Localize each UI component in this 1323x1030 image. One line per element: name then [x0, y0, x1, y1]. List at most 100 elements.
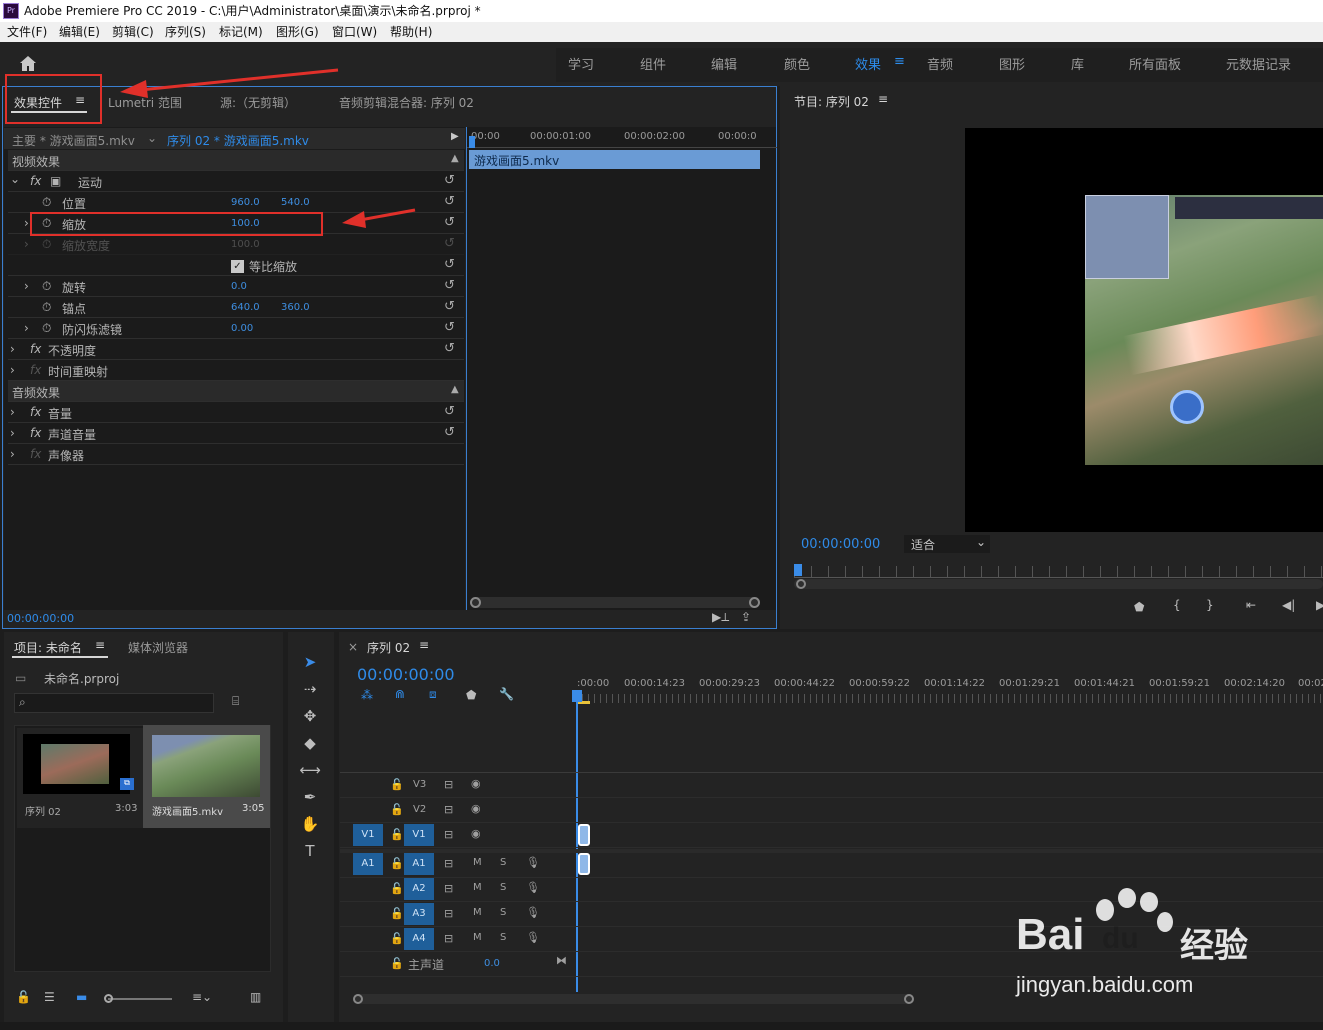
stopwatch-icon[interactable]: ⏱ — [42, 195, 51, 210]
track-target-a1[interactable]: A1 — [404, 853, 434, 875]
go-to-in-icon[interactable]: ⇤ — [1246, 598, 1256, 612]
lock-icon[interactable]: 🔓 — [390, 857, 404, 870]
search-input[interactable]: ⌕ — [14, 693, 214, 713]
solo-button[interactable]: S — [500, 882, 506, 893]
chevron-down-icon[interactable]: ⌄ — [10, 172, 20, 186]
uniform-scale-checkbox[interactable]: ✓ — [231, 260, 244, 273]
track-select-tool-icon[interactable]: ⇢ — [298, 677, 322, 701]
anchor-x-value[interactable]: 640.0 — [231, 302, 260, 313]
fx-icon[interactable]: fx — [30, 405, 41, 419]
sort-icon[interactable]: ≡⌄ — [192, 990, 212, 1004]
pen-tool-icon[interactable]: ✒ — [298, 785, 322, 809]
stopwatch-icon[interactable]: ⏱ — [42, 279, 51, 294]
eye-icon[interactable]: ◉ — [471, 827, 481, 840]
timeline-scrollbar[interactable] — [353, 994, 913, 1004]
track-target-a2[interactable]: A2 — [404, 878, 434, 900]
lock-icon[interactable]: 🔓 — [390, 803, 404, 816]
mute-button[interactable]: M — [473, 882, 482, 893]
anchor-y-value[interactable]: 360.0 — [281, 302, 310, 313]
workspace-tab-color[interactable]: 颜色 — [784, 54, 810, 73]
effect-timecode[interactable]: 00:00:00:00 — [7, 612, 74, 625]
play-icon[interactable]: ▶ — [1316, 598, 1323, 612]
panel-menu-icon[interactable]: ≡ — [419, 638, 429, 652]
tab-project[interactable]: 项目: 未命名 — [14, 639, 82, 656]
mute-button[interactable]: M — [473, 907, 482, 918]
menu-window[interactable]: 窗口(W) — [332, 22, 377, 42]
scroll-handle-left[interactable] — [353, 994, 363, 1004]
reset-icon[interactable]: ↺ — [444, 341, 455, 356]
clip-bar[interactable]: 游戏画面5.mkv — [469, 150, 760, 169]
eye-icon[interactable]: ◉ — [471, 802, 481, 815]
panel-menu-icon[interactable]: ≡ — [95, 638, 105, 652]
menu-file[interactable]: 文件(F) — [7, 22, 47, 42]
collapse-icon[interactable]: ▲ — [451, 153, 459, 164]
play-loop-icon[interactable]: ▶⟂ — [712, 610, 729, 625]
icon-view-icon[interactable]: ▬ — [76, 990, 87, 1004]
workspace-tab-libraries[interactable]: 库 — [1071, 54, 1084, 73]
menu-sequence[interactable]: 序列(S) — [165, 22, 206, 42]
slip-tool-icon[interactable]: ⟷ — [298, 758, 322, 782]
menu-marker[interactable]: 标记(M) — [219, 22, 263, 42]
sequence-clip-label[interactable]: 序列 02 * 游戏画面5.mkv — [167, 132, 309, 149]
chevron-right-icon[interactable]: › — [24, 216, 29, 230]
mute-button[interactable]: M — [473, 932, 482, 943]
lock-icon[interactable]: 🔓 — [390, 828, 404, 841]
program-ruler[interactable] — [794, 566, 1323, 578]
sync-lock-icon[interactable]: ⊟ — [444, 803, 453, 816]
close-icon[interactable]: × — [348, 640, 358, 654]
wrench-icon[interactable]: 🔧 — [499, 687, 514, 701]
menu-help[interactable]: 帮助(H) — [390, 22, 432, 42]
master-volume-value[interactable]: 0.0 — [484, 958, 500, 969]
sync-lock-icon[interactable]: ⊟ — [444, 828, 453, 841]
menu-graphics[interactable]: 图形(G) — [276, 22, 319, 42]
workspace-tab-metadata[interactable]: 元数据记录 — [1226, 54, 1291, 73]
reset-icon[interactable]: ↺ — [444, 173, 455, 188]
scroll-handle-right[interactable] — [749, 597, 760, 608]
stopwatch-icon[interactable]: ⏱ — [42, 300, 51, 315]
lock-icon[interactable]: 🔓 — [390, 778, 404, 791]
master-clip-label[interactable]: 主要 * 游戏画面5.mkv — [12, 132, 135, 149]
program-timecode[interactable]: 00:00:00:00 — [801, 537, 880, 552]
selection-tool-icon[interactable]: ➤ — [298, 650, 322, 674]
add-marker-icon[interactable]: ⬟ — [466, 688, 476, 702]
mark-in-icon[interactable]: { — [1173, 598, 1181, 612]
track-target-v1[interactable]: V1 — [404, 824, 434, 846]
project-item-clip[interactable]: 游戏画面5.mkv 3:05 — [143, 725, 270, 828]
reset-icon[interactable]: ↺ — [444, 236, 455, 251]
new-bin-icon[interactable]: ⌸ — [232, 694, 239, 709]
chevron-right-icon[interactable]: › — [10, 426, 15, 440]
go-to-end-icon[interactable]: ⧓ — [556, 954, 567, 967]
tab-audio-clip-mixer[interactable]: 音频剪辑混合器: 序列 02 — [339, 94, 474, 111]
fx-icon[interactable]: fx — [30, 426, 41, 440]
fit-select[interactable]: 适合 ⌄ — [904, 535, 990, 553]
chevron-right-icon[interactable]: › — [10, 342, 15, 356]
chevron-right-icon[interactable]: › — [10, 405, 15, 419]
position-x-value[interactable]: 960.0 — [231, 197, 260, 208]
transform-icon[interactable]: ▣ — [50, 174, 61, 188]
microphone-icon[interactable]: 🎙 — [526, 906, 540, 919]
program-monitor-title[interactable]: 节目: 序列 02 — [794, 93, 869, 110]
tab-lumetri-scopes[interactable]: Lumetri 范围 — [108, 94, 182, 111]
microphone-icon[interactable]: 🎙 — [526, 881, 540, 894]
scroll-handle-left[interactable] — [470, 597, 481, 608]
reset-icon[interactable]: ↺ — [444, 257, 455, 272]
panner-row[interactable]: › fx 声像器 — [8, 444, 464, 465]
snap-icon[interactable]: ⋒ — [395, 687, 405, 701]
stopwatch-icon[interactable]: ⏱ — [42, 321, 51, 336]
menu-clip[interactable]: 剪辑(C) — [112, 22, 154, 42]
export-frame-icon[interactable]: ⇪ — [741, 610, 751, 624]
lock-icon[interactable]: 🔓 — [390, 957, 404, 970]
playhead-handle[interactable] — [572, 690, 582, 702]
timeline-timecode[interactable]: 00:00:00:00 — [357, 665, 455, 684]
sync-lock-icon[interactable]: ⊟ — [444, 907, 453, 920]
zoom-slider[interactable] — [108, 998, 172, 1000]
ripple-edit-tool-icon[interactable]: ✥ — [298, 704, 322, 728]
reset-icon[interactable]: ↺ — [444, 425, 455, 440]
workspace-tab-assembly[interactable]: 组件 — [640, 54, 666, 73]
workspace-tab-editing[interactable]: 编辑 — [711, 54, 737, 73]
flicker-value[interactable]: 0.00 — [231, 323, 253, 334]
reset-icon[interactable]: ↺ — [444, 404, 455, 419]
menu-edit[interactable]: 编辑(E) — [59, 22, 100, 42]
video-clip[interactable] — [578, 824, 590, 846]
type-tool-icon[interactable]: T — [298, 839, 322, 863]
